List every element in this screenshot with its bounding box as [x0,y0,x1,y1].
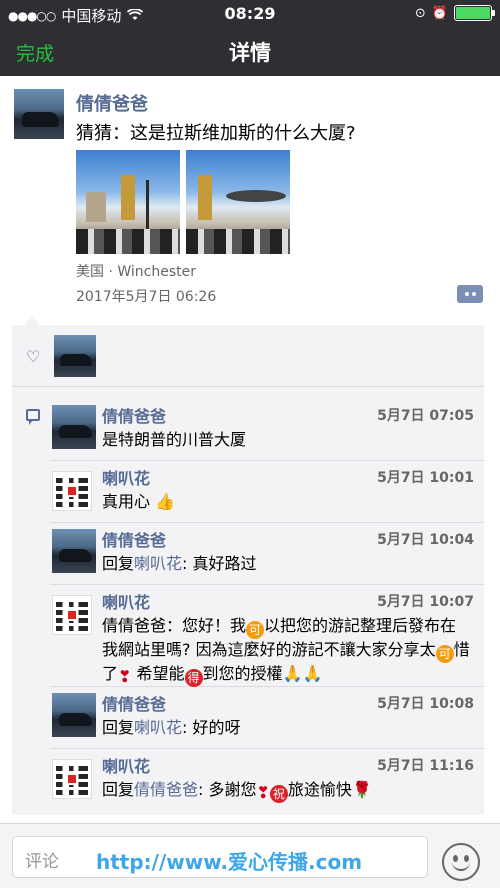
comment-time: 5月7日 10:04 [377,532,474,548]
alarm-icon: ⏰ [431,5,448,21]
de-emoji-icon: 得 [184,669,203,687]
comment-author[interactable]: 倩倩爸爸 [102,691,166,715]
comment-text-part: 倩倩爸爸：您好！我 [102,616,247,635]
comment-time: 5月7日 10:07 [377,594,474,610]
watermark: http://www.爱心传播.com [96,850,363,874]
comment-item[interactable]: 喇叭花 5月7日 10:07 倩倩爸爸：您好！我可以把您的游記整理后發布在我網站… [50,585,484,687]
zhu-emoji-icon: 祝 [269,785,288,803]
heart-exclamation-icon: ❣ [118,667,132,686]
post-avatar[interactable] [14,89,64,139]
comment-text-wrap: 倩倩爸爸：您好！我可以把您的游記整理后發布在我網站里嗎? 因為這麼好的游記不讓大… [102,615,470,687]
avatar[interactable] [52,471,92,511]
more-actions-button[interactable] [457,285,483,303]
comment-time: 5月7日 11:16 [377,758,474,774]
comment-item[interactable]: 倩倩爸爸 5月7日 10:04 回复喇叭花: 真好路过 [50,523,484,585]
likes-row: ♡ [12,325,484,387]
post-text: 猜猜：这是拉斯维加斯的什么大厦? [76,123,356,144]
avatar[interactable] [52,759,92,799]
post-time: 2017年5月7日 06:26 [76,289,217,305]
ke-emoji-icon: 可 [435,645,454,663]
avatar[interactable] [52,529,96,573]
nav-bar: 完成 详情 [0,28,500,76]
comment-author[interactable]: 喇叭花 [102,753,150,777]
comment-item[interactable]: 喇叭花 5月7日 10:01 真用心 👍 [50,461,484,523]
liker-avatar[interactable] [54,335,96,377]
avatar[interactable] [52,693,96,737]
comment-text: : 好的呀 [182,718,241,737]
post-photo-1[interactable] [76,150,180,254]
comment-text: 是特朗普的川普大厦 [102,430,247,449]
avatar[interactable] [52,405,96,449]
comment-text-wrap: 回复倩倩爸爸: 多謝您❣ 祝旅途愉快🌹 [102,779,470,803]
comment-text-wrap: 回复喇叭花: 真好路过 [102,553,470,575]
top-bar: ●●●○○ 中国移动 08:29 ⊙ ⏰ 完成 详情 [0,0,500,76]
panel-arrow [24,317,40,325]
comment-text-wrap: 回复喇叭花: 好的呀 [102,717,470,739]
heart-exclamation-icon: ❣ [256,783,270,802]
comment-time: 5月7日 10:08 [377,696,474,712]
comment-time: 5月7日 07:05 [377,408,474,424]
reply-prefix: 回复 [102,780,135,799]
reply-to-link[interactable]: 喇叭花 [134,554,182,573]
comment-text-part: : 多謝您 [198,780,257,799]
post-author[interactable]: 倩倩爸爸 [76,90,148,116]
post-photo-2[interactable] [186,150,290,254]
interaction-panel: ♡ 倩倩爸爸 5月7日 07:05 是特朗普的川普大厦 喇叭花 5月7日 10:… [12,325,484,815]
avatar[interactable] [52,595,92,635]
ke-emoji-icon: 可 [246,621,265,639]
heart-icon: ♡ [26,347,41,366]
rotation-lock-icon: ⊙ [414,5,426,21]
comment-author[interactable]: 喇叭花 [102,465,150,489]
comment-author[interactable]: 倩倩爸爸 [102,403,166,427]
comment-icon [26,409,40,425]
thumbs-up-icon: 👍 [155,492,176,511]
battery-icon [454,5,495,21]
comment-item[interactable]: 倩倩爸爸 5月7日 07:05 是特朗普的川普大厦 [50,399,484,461]
comment-time: 5月7日 10:01 [377,470,474,486]
page-title: 详情 [229,41,271,65]
comment-composer: 评论 http://www.爱心传播.com [0,823,500,888]
reply-prefix: 回复 [102,554,135,573]
pray-icon: 🙏🙏 [282,664,323,683]
comment-text-part: 希望能 [136,664,185,683]
comment-text-part: 旅途愉快 [287,780,352,799]
comment-text: : 真好路过 [182,554,257,573]
comment-author[interactable]: 倩倩爸爸 [102,527,166,551]
comment-text: 真用心 [102,492,151,511]
reply-to-link[interactable]: 喇叭花 [134,718,182,737]
status-bar: ●●●○○ 中国移动 08:29 ⊙ ⏰ [0,0,500,28]
comment-item[interactable]: 喇叭花 5月7日 11:16 回复倩倩爸爸: 多謝您❣ 祝旅途愉快🌹 [50,749,484,813]
rose-icon: 🌹 [351,780,372,799]
comment-item[interactable]: 倩倩爸爸 5月7日 10:08 回复喇叭花: 好的呀 [50,687,484,749]
post-location[interactable]: 美国 · Winchester [76,261,196,281]
reply-to-link[interactable]: 倩倩爸爸 [134,780,198,799]
comment-text-wrap: 真用心 👍 [102,491,470,513]
reply-prefix: 回复 [102,718,135,737]
emoji-icon[interactable] [442,843,480,881]
input-placeholder: 评论 [25,852,59,872]
comment-author[interactable]: 喇叭花 [102,589,150,613]
comment-text-part: 到您的授權 [202,664,283,683]
